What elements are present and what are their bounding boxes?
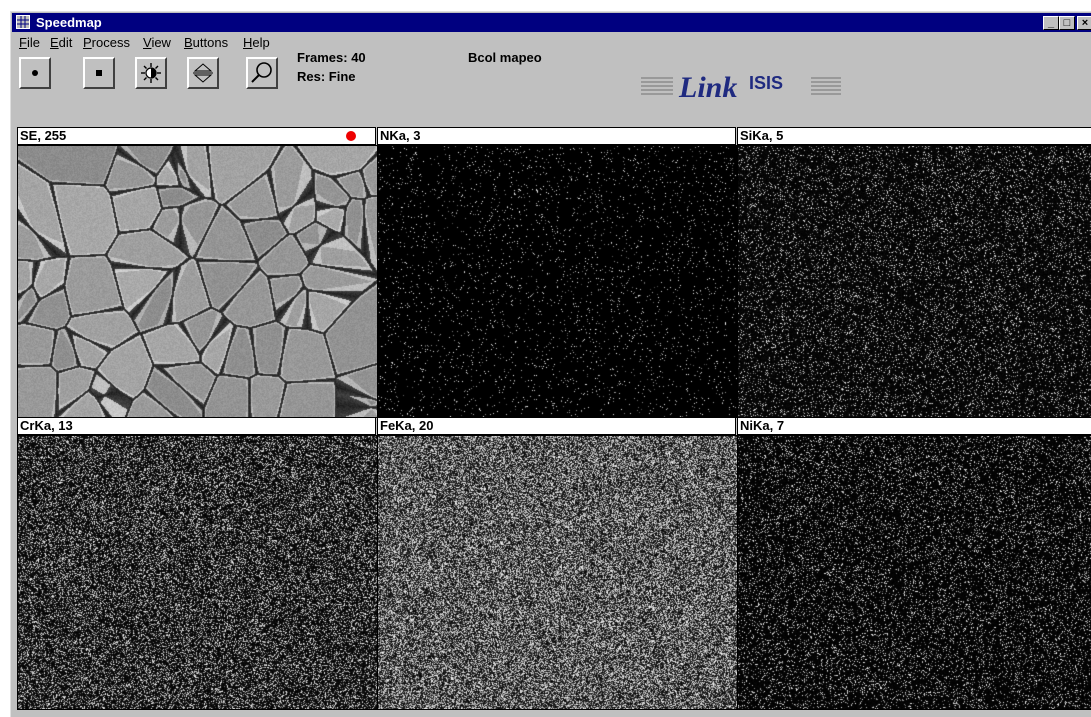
stop-button[interactable] — [83, 57, 115, 89]
fe-map-image — [377, 435, 738, 710]
menu-process[interactable]: Process — [83, 35, 130, 50]
map-panel-ni[interactable]: NiKa, 7 — [737, 417, 1091, 710]
menu-bar: File Edit Process View Buttons Help — [11, 32, 1091, 53]
ni-map-image — [737, 435, 1091, 710]
menu-file[interactable]: File — [19, 35, 40, 50]
minimize-button[interactable]: _ — [1043, 16, 1059, 30]
map-panel-n[interactable]: NKa, 3 — [377, 127, 738, 418]
app-window: Speedmap _ □ × File Edit Process View Bu… — [10, 11, 1091, 717]
resolution-readout: Res: Fine — [297, 69, 356, 84]
frames-readout: Frames: 40 — [297, 50, 366, 65]
logo-link-text: Link — [678, 71, 737, 104]
logo-isis-text: ISIS — [749, 73, 783, 93]
close-button[interactable]: × — [1077, 16, 1091, 30]
map-panel-cr[interactable]: CrKa, 13 — [17, 417, 378, 710]
recording-indicator-icon — [346, 131, 356, 141]
cr-map-image — [17, 435, 378, 710]
app-icon — [16, 15, 30, 29]
panel-label: SiKa, 5 — [737, 127, 1091, 145]
panel-label: CrKa, 13 — [17, 417, 376, 435]
menu-view[interactable]: View — [143, 35, 171, 50]
si-map-image — [737, 145, 1091, 418]
window-title: Speedmap — [36, 15, 102, 30]
zoom-button[interactable] — [246, 57, 278, 89]
menu-help[interactable]: Help — [243, 35, 270, 50]
se-image — [17, 145, 378, 418]
stop-icon — [96, 70, 102, 76]
contrast-button[interactable] — [187, 57, 219, 89]
maximize-button[interactable]: □ — [1059, 16, 1075, 30]
start-button[interactable] — [19, 57, 51, 89]
menu-buttons[interactable]: Buttons — [184, 35, 228, 50]
brightness-button[interactable] — [135, 57, 167, 89]
panel-label: NiKa, 7 — [737, 417, 1091, 435]
title-bar[interactable]: Speedmap _ □ × — [12, 13, 1091, 32]
map-panel-si[interactable]: SiKa, 5 — [737, 127, 1091, 418]
panel-label: NKa, 3 — [377, 127, 736, 145]
panel-label: FeKa, 20 — [377, 417, 736, 435]
n-map-image — [377, 145, 738, 418]
contrast-arrows-icon — [193, 63, 213, 83]
project-name: Bcol mapeo — [468, 50, 542, 65]
menu-edit[interactable]: Edit — [50, 35, 72, 50]
panel-label: SE, 255 — [17, 127, 376, 145]
map-panel-se[interactable]: SE, 255 — [17, 127, 378, 418]
brightness-icon — [141, 63, 161, 83]
zoom-icon — [251, 62, 272, 83]
map-panel-fe[interactable]: FeKa, 20 — [377, 417, 738, 710]
start-icon — [32, 70, 38, 76]
